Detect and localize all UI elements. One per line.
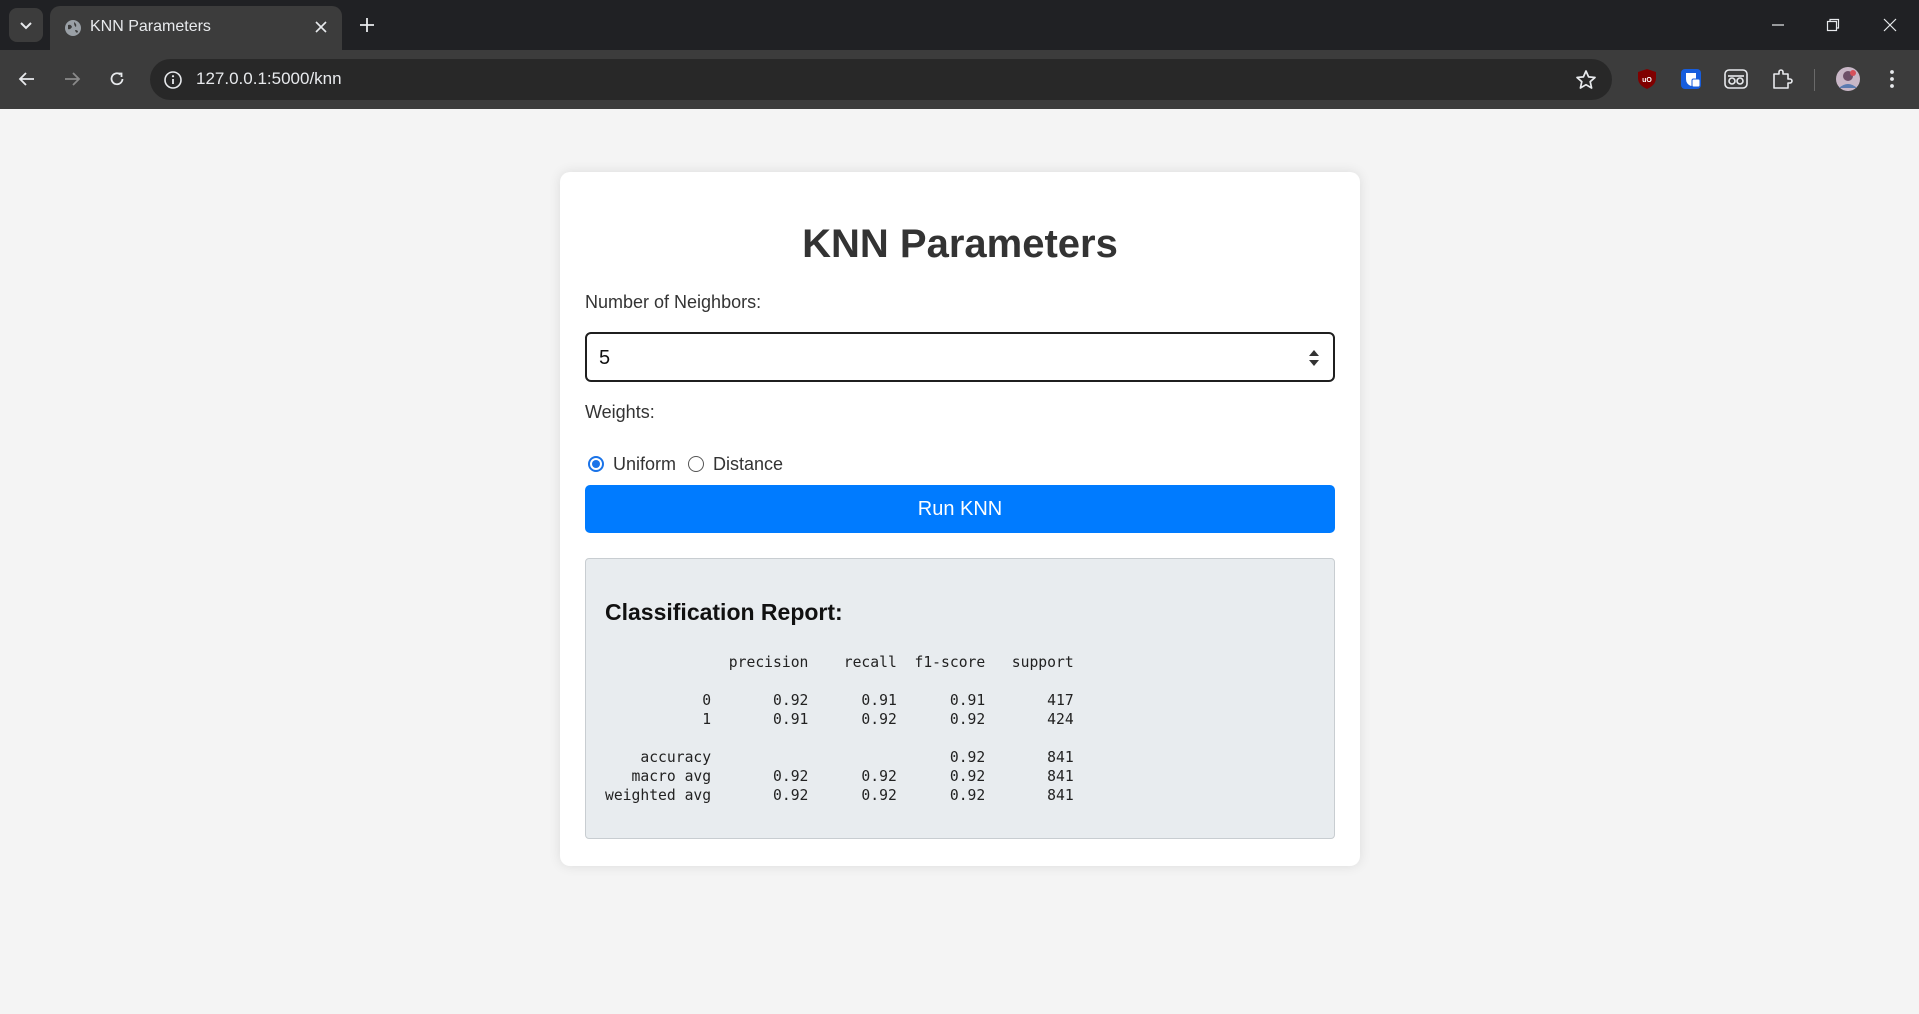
star-icon[interactable] xyxy=(1574,68,1598,92)
knn-form-card: KNN Parameters Number of Neighbors: 5 We… xyxy=(560,172,1360,866)
ublock-icon[interactable]: uO xyxy=(1633,65,1661,93)
page-title: KNN Parameters xyxy=(802,222,1118,266)
incognito-icon[interactable] xyxy=(1722,65,1750,93)
tab-knn-parameters[interactable]: KNN Parameters xyxy=(50,6,342,50)
url-text[interactable]: 127.0.0.1:5000/knn xyxy=(196,69,342,89)
distance-radio[interactable] xyxy=(688,456,705,472)
minimize-icon[interactable] xyxy=(1758,8,1798,42)
more-vert-icon[interactable] xyxy=(1878,65,1906,93)
reload-icon[interactable] xyxy=(100,62,134,96)
close-icon[interactable] xyxy=(310,16,332,38)
back-icon[interactable] xyxy=(10,62,44,96)
toolbar-divider xyxy=(1814,69,1815,91)
neighbors-input[interactable]: 5 xyxy=(585,332,1335,382)
uniform-radio[interactable] xyxy=(588,456,604,472)
run-knn-button[interactable]: Run KNN xyxy=(585,485,1335,533)
address-bar[interactable]: 127.0.0.1:5000/knn xyxy=(150,59,1612,100)
tab-title: KNN Parameters xyxy=(90,18,211,35)
uniform-label[interactable]: Uniform xyxy=(613,454,676,475)
distance-label[interactable]: Distance xyxy=(713,454,783,475)
avatar[interactable] xyxy=(1834,65,1862,93)
forward-icon[interactable] xyxy=(55,62,89,96)
spinner-icon[interactable] xyxy=(1307,348,1321,368)
globe-icon xyxy=(65,20,81,36)
neighbors-label: Number of Neighbors: xyxy=(585,292,762,312)
report-text: precision recall f1-score support 0 0.92… xyxy=(605,654,1074,804)
svg-text:uO: uO xyxy=(1642,77,1652,84)
neighbors-value[interactable]: 5 xyxy=(599,347,610,370)
restore-icon[interactable] xyxy=(1813,8,1853,42)
tab-strip: KNN Parameters xyxy=(0,0,1919,50)
close-window-icon[interactable] xyxy=(1870,8,1910,42)
plus-icon[interactable] xyxy=(352,10,382,40)
browser-toolbar: 127.0.0.1:5000/knn uO xyxy=(0,50,1919,109)
weights-label: Weights: xyxy=(585,402,655,422)
tab-search-icon[interactable] xyxy=(9,8,43,42)
weights-radio-group: Uniform Distance xyxy=(588,452,795,476)
report-title: Classification Report: xyxy=(605,599,843,625)
puzzle-icon[interactable] xyxy=(1768,65,1796,93)
bitwarden-icon[interactable] xyxy=(1677,65,1705,93)
info-icon[interactable] xyxy=(162,69,184,91)
page-body: KNN Parameters Number of Neighbors: 5 We… xyxy=(0,109,1919,1014)
classification-report: Classification Report: precision recall … xyxy=(585,558,1335,839)
